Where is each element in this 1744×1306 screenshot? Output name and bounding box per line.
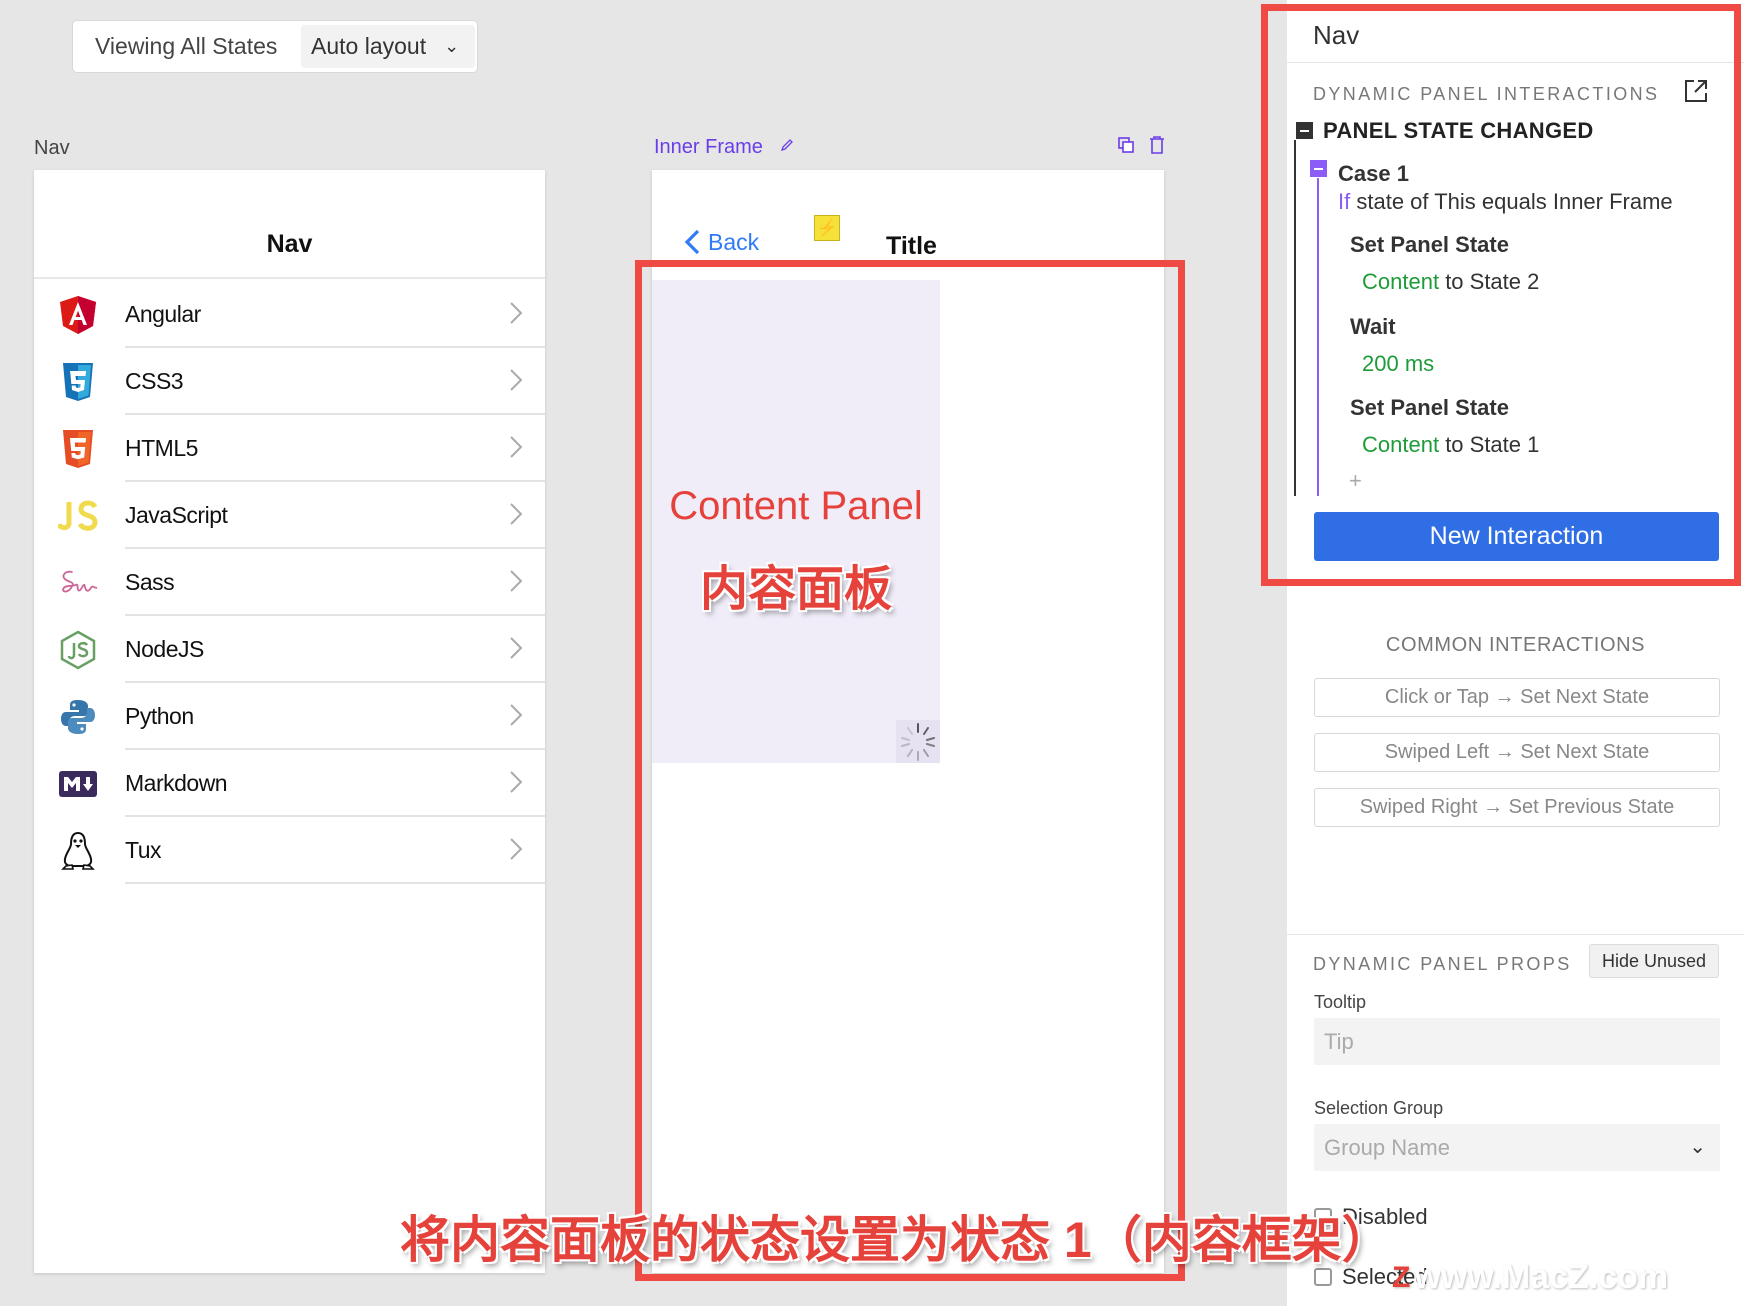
html5-icon: [58, 429, 98, 469]
frame-title: Title: [886, 232, 937, 260]
props-header: DYNAMIC PANEL PROPS: [1313, 954, 1572, 974]
group-placeholder: Group Name: [1324, 1134, 1450, 1160]
viewing-states-label[interactable]: Viewing All States: [73, 33, 301, 60]
back-button[interactable]: Back: [682, 228, 759, 256]
python-icon: [58, 697, 98, 737]
back-label: Back: [708, 228, 760, 255]
css3-icon: [58, 362, 98, 402]
chevron-right-icon: [510, 570, 523, 592]
common-click-or-tap-button[interactable]: Click or Tap → Set Next State: [1314, 678, 1720, 717]
list-item-label: Tux: [125, 837, 162, 863]
view-toolbar: Viewing All States Auto layout ⌄: [72, 20, 478, 73]
list-item-nodejs[interactable]: NodeJS: [34, 616, 545, 683]
chevron-right-icon: [510, 771, 523, 793]
list-item-javascript[interactable]: JavaScript: [34, 482, 545, 549]
trash-icon[interactable]: [1149, 135, 1165, 160]
markdown-icon: [58, 764, 98, 804]
selection-group-select[interactable]: Group Name ⌄: [1314, 1124, 1720, 1171]
row-divider: [125, 882, 545, 884]
chevron-right-icon: [510, 704, 523, 726]
chevron-down-icon: ⌄: [444, 36, 460, 56]
layout-select-value: Auto layout: [311, 33, 427, 59]
nav-screen-title: Nav: [266, 230, 313, 258]
nav-frame-label: Nav: [34, 137, 70, 159]
panel-divider: [1287, 934, 1744, 935]
tux-icon: [58, 831, 98, 871]
tooltip-label: Tooltip: [1314, 992, 1367, 1012]
common-interactions-header: COMMON INTERACTIONS: [1385, 634, 1646, 656]
javascript-icon: [58, 496, 98, 536]
annotation-highlight-box: [1261, 4, 1741, 586]
list-item-angular[interactable]: Angular: [34, 281, 545, 348]
list-item-markdown[interactable]: Markdown: [34, 750, 545, 817]
duplicate-icon[interactable]: [1117, 136, 1135, 159]
nav-screen: Nav Angular CSS3 HTML5 JavaScript Sass N…: [34, 170, 545, 1273]
list-item-css3[interactable]: CSS3: [34, 348, 545, 415]
sass-icon: [58, 563, 98, 603]
inner-frame-header: Inner Frame: [654, 136, 795, 159]
nodejs-icon: [58, 630, 98, 670]
list-item-python[interactable]: Python: [34, 683, 545, 750]
chevron-right-icon: [510, 436, 523, 458]
tooltip-input[interactable]: Tip: [1314, 1018, 1720, 1065]
list-item-tux[interactable]: Tux: [34, 817, 545, 884]
list-item-label: Angular: [125, 301, 201, 327]
list-item-label: Markdown: [125, 770, 228, 796]
list-item-label: JavaScript: [125, 502, 228, 528]
inner-frame-label[interactable]: Inner Frame: [654, 136, 763, 159]
watermark-text: www.MacZ.com: [1414, 1258, 1669, 1296]
common-swiped-left-button[interactable]: Swiped Left → Set Next State: [1314, 733, 1720, 772]
list-item-label: NodeJS: [125, 636, 204, 662]
chevron-down-icon: ⌄: [1689, 1136, 1706, 1158]
lightning-icon[interactable]: ⚡: [814, 215, 840, 241]
common-swiped-right-button[interactable]: Swiped Right → Set Previous State: [1314, 788, 1720, 827]
selection-group-label: Selection Group: [1314, 1098, 1444, 1118]
chevron-right-icon: [510, 503, 523, 525]
list-item-label: Sass: [125, 569, 175, 595]
list-item-label: CSS3: [125, 368, 184, 394]
header-divider: [34, 277, 545, 279]
chevron-right-icon: [510, 369, 523, 391]
chevron-left-icon: [684, 229, 700, 255]
watermark-logo: Z: [1392, 1260, 1411, 1294]
annotation-highlight-box: [635, 260, 1185, 1281]
angular-icon: [58, 295, 98, 335]
chevron-right-icon: [510, 838, 523, 860]
list-item-label: HTML5: [125, 435, 198, 461]
chevron-right-icon: [510, 637, 523, 659]
list-item-label: Python: [125, 703, 194, 729]
hide-unused-button[interactable]: Hide Unused: [1589, 944, 1719, 978]
pencil-icon[interactable]: [779, 137, 795, 158]
chevron-right-icon: [510, 302, 523, 324]
annotation-caption: 将内容面板的状态设置为状态 1（内容框架）: [400, 1212, 1392, 1268]
list-item-sass[interactable]: Sass: [34, 549, 545, 616]
list-item-html5[interactable]: HTML5: [34, 415, 545, 482]
layout-select[interactable]: Auto layout ⌄: [301, 25, 475, 68]
watermark: Z www.MacZ.com: [1392, 1258, 1668, 1297]
